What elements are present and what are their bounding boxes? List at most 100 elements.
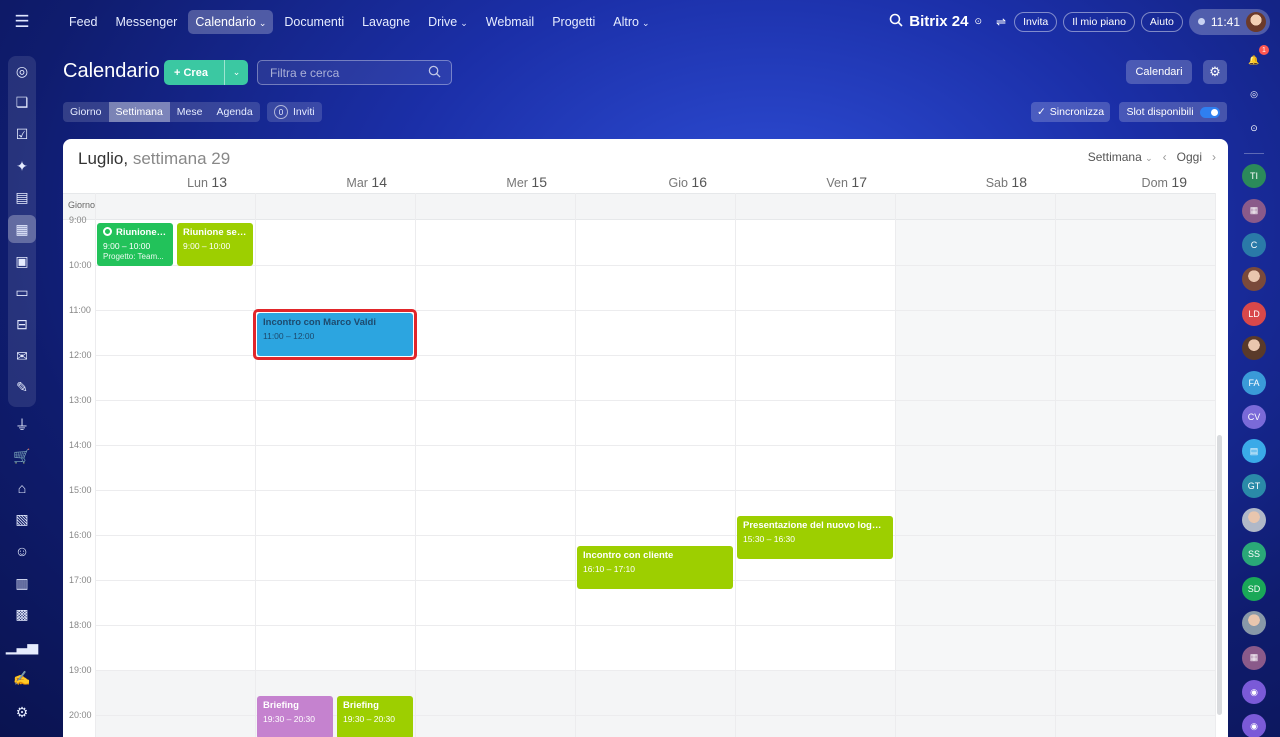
nav-item-progetti[interactable]: Progetti (545, 10, 602, 34)
user-avatar[interactable] (1246, 11, 1266, 32)
avatar-calendar-2[interactable]: ▦ (1242, 645, 1266, 670)
search-input[interactable]: Filtra e cerca (257, 60, 452, 85)
mail-icon[interactable]: ✉ (8, 342, 36, 370)
cart-icon[interactable]: 🛒 (8, 442, 36, 470)
nav-item-drive[interactable]: Drive ⌄ (421, 10, 475, 34)
create-button-label[interactable]: + Crea (164, 67, 224, 79)
settings-icon[interactable]: ⚙ (8, 698, 36, 726)
event-title: Briefing (343, 700, 407, 711)
scrollbar[interactable] (1217, 435, 1222, 715)
contact-card-icon[interactable]: ▧ (8, 506, 36, 534)
nav-item-feed[interactable]: Feed (62, 10, 105, 34)
day-header[interactable]: Lun 13 (95, 174, 227, 192)
messenger-icon[interactable]: ❏ (8, 89, 36, 117)
avatar-sd[interactable]: SD (1242, 576, 1266, 601)
work-day-clock[interactable]: 11:41 (1188, 8, 1270, 35)
calendar-event[interactable]: Presentazione del nuovo logo ... 15:30 – … (737, 516, 893, 559)
tab-agenda[interactable]: Agenda (209, 102, 259, 122)
nav-item-altro[interactable]: Altro ⌄ (606, 10, 656, 34)
store-icon[interactable]: ⌂ (8, 474, 36, 502)
copilot-icon[interactable]: ◎ (1242, 82, 1266, 106)
avatar-cv[interactable]: CV (1242, 404, 1266, 429)
day-header[interactable]: Dom 19 (1055, 174, 1187, 192)
chevron-down-icon[interactable]: ⌄ (224, 60, 248, 85)
analytics-icon[interactable]: ▁▃▅ (6, 632, 38, 660)
avatar-ss[interactable]: SS (1242, 542, 1266, 567)
nav-item-webmail[interactable]: Webmail (479, 10, 541, 34)
tab-settimana[interactable]: Settimana (108, 102, 170, 122)
robot-icon[interactable]: ☺ (8, 537, 36, 565)
create-button[interactable]: + Crea ⌄ (164, 60, 248, 85)
day-header[interactable]: Mer 15 (415, 174, 547, 192)
nav-item-lavagne[interactable]: Lavagne (355, 10, 417, 34)
help-button[interactable]: Aiuto (1140, 11, 1183, 32)
calendar-event[interactable]: Riunione ... 9:00 – 10:00 Progetto: Team..… (97, 223, 173, 266)
avatar-copilot-2[interactable]: ◉ (1242, 714, 1266, 737)
all-day-row[interactable] (63, 193, 1215, 220)
top-navigation: Feed Messenger Calendario ⌄ Documenti Lavagne… (62, 9, 657, 34)
tab-mese[interactable]: Mese (170, 102, 210, 122)
avatar-chat[interactable]: ▤ (1242, 439, 1266, 464)
tab-giorno[interactable]: Giorno (63, 102, 109, 122)
funnel-icon[interactable]: ⏚ (8, 411, 36, 439)
calendar-icon[interactable]: ▦ (8, 215, 36, 244)
search-icon[interactable] (889, 13, 903, 31)
avatar-gt[interactable]: GT (1242, 473, 1266, 498)
sync-button[interactable]: ✓ Sincronizza (1031, 102, 1110, 122)
avatar-photo-4[interactable] (1242, 611, 1266, 636)
day-header[interactable]: Mar 14 (255, 174, 387, 192)
notifications-icon[interactable]: 🔔 (1242, 45, 1269, 72)
my-plan-button[interactable]: Il mio piano (1063, 11, 1135, 32)
avatar-photo-2[interactable] (1242, 336, 1266, 361)
avatar-calendar[interactable]: ▦ (1242, 198, 1266, 223)
chevron-down-icon: ⌄ (642, 17, 650, 28)
day-name: Mar (346, 176, 372, 190)
available-slots-toggle[interactable]: Slot disponibili (1119, 102, 1227, 122)
chevron-down-icon: ⌄ (258, 17, 267, 28)
feed-icon[interactable]: ◎ (8, 57, 36, 85)
toggle-switch[interactable] (1199, 106, 1220, 118)
tasks-icon[interactable]: ☑ (8, 120, 36, 148)
avatar-fa[interactable]: FA (1242, 370, 1266, 395)
today-button[interactable]: Oggi (1177, 150, 1202, 164)
copilot-icon[interactable]: ✦ (8, 152, 36, 180)
documents-icon[interactable]: ▤ (8, 184, 36, 212)
invite-button[interactable]: Invita (1014, 11, 1058, 32)
time-grid[interactable]: 9:00 10:00 11:00 12:00 13:00 14:00 15:00 16:00 1… (63, 193, 1216, 737)
day-header[interactable]: Sab 18 (895, 174, 1027, 192)
schedule-icon[interactable]: ▩ (8, 601, 36, 629)
hour-label: 18:00 (69, 620, 92, 630)
forms-icon[interactable]: ✎ (8, 374, 36, 402)
day-divider (895, 193, 896, 737)
sliders-icon[interactable]: ⇌ (996, 15, 1006, 29)
gear-icon[interactable]: ⚙ (1203, 60, 1227, 84)
drive-icon[interactable]: ▭ (8, 279, 36, 307)
calendar-event[interactable]: Briefing 19:30 – 20:30 (257, 696, 333, 737)
mode-selector[interactable]: Settimana ⌄ (1088, 150, 1153, 164)
avatar-photo-3[interactable] (1242, 508, 1266, 533)
menu-icon[interactable]: ☰ (0, 0, 44, 43)
avatar-copilot-1[interactable]: ◉ (1242, 680, 1266, 705)
boards-icon[interactable]: ▣ (8, 247, 36, 275)
chat-search-icon[interactable]: ⊙ (1242, 117, 1266, 141)
avatar-c[interactable]: C (1242, 232, 1266, 257)
search-icon[interactable] (428, 65, 441, 81)
chevron-right-icon[interactable]: › (1212, 150, 1216, 164)
calendar-event[interactable]: Riunione set... 9:00 – 10:00 (177, 223, 253, 266)
chevron-left-icon[interactable]: ‹ (1163, 150, 1167, 164)
storage-icon[interactable]: ⊟ (8, 311, 36, 339)
calendar-event[interactable]: Incontro con cliente 16:10 – 17:10 (577, 546, 733, 589)
nav-item-messenger[interactable]: Messenger (109, 10, 185, 34)
library-icon[interactable]: ▥ (8, 569, 36, 597)
avatar-photo-1[interactable] (1242, 267, 1266, 292)
nav-item-documenti[interactable]: Documenti (277, 10, 351, 34)
nav-item-calendario[interactable]: Calendario ⌄ (188, 9, 274, 34)
day-header[interactable]: Ven 17 (735, 174, 867, 192)
calendar-event[interactable]: Briefing 19:30 – 20:30 (337, 696, 413, 737)
avatar-ti[interactable]: TI (1242, 164, 1266, 189)
day-header[interactable]: Gio 16 (575, 174, 707, 192)
avatar-ld[interactable]: LD (1242, 301, 1266, 326)
sign-icon[interactable]: ✍ (8, 664, 36, 692)
invites-button[interactable]: 0 Inviti (267, 102, 322, 122)
calendars-button[interactable]: Calendari (1126, 60, 1192, 84)
